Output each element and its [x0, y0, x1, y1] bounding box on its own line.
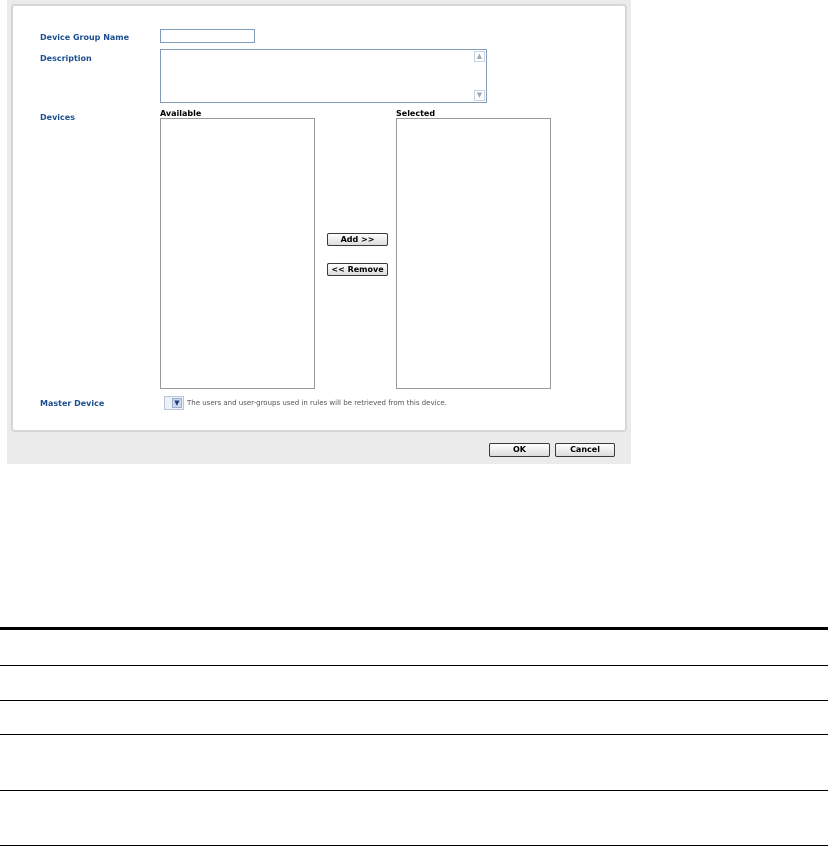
device-group-name-label: Device Group Name: [40, 33, 130, 42]
add-button[interactable]: Add >>: [327, 233, 388, 246]
table-row-divider: [0, 700, 828, 701]
table-row-divider: [0, 790, 828, 791]
cancel-button[interactable]: Cancel: [555, 443, 615, 457]
table-top-rule: [0, 627, 828, 630]
ok-button[interactable]: OK: [489, 443, 550, 457]
available-devices-list[interactable]: [160, 118, 315, 389]
table-row-divider: [0, 845, 828, 846]
table-row-divider: [0, 665, 828, 666]
master-device-select[interactable]: ▼: [164, 396, 184, 410]
selected-devices-list[interactable]: [396, 118, 551, 389]
devices-label: Devices: [40, 113, 75, 122]
table-row-divider: [0, 734, 828, 735]
chevron-down-icon[interactable]: ▼: [474, 90, 485, 101]
device-group-name-input[interactable]: [160, 29, 255, 43]
remove-button[interactable]: << Remove: [327, 263, 388, 276]
form-panel: Device Group Name Description ▲ ▼ Device…: [11, 4, 627, 432]
chevron-down-icon[interactable]: ▼: [172, 398, 182, 408]
chevron-up-icon[interactable]: ▲: [474, 51, 485, 62]
device-group-dialog: Device Group Name Description ▲ ▼ Device…: [7, 0, 631, 464]
description-textarea[interactable]: ▲ ▼: [160, 49, 487, 103]
selected-header: Selected: [396, 109, 436, 118]
available-header: Available: [160, 109, 202, 118]
master-device-hint: The users and user-groups used in rules …: [187, 399, 447, 407]
description-label: Description: [40, 54, 92, 63]
master-device-label: Master Device: [40, 399, 105, 408]
